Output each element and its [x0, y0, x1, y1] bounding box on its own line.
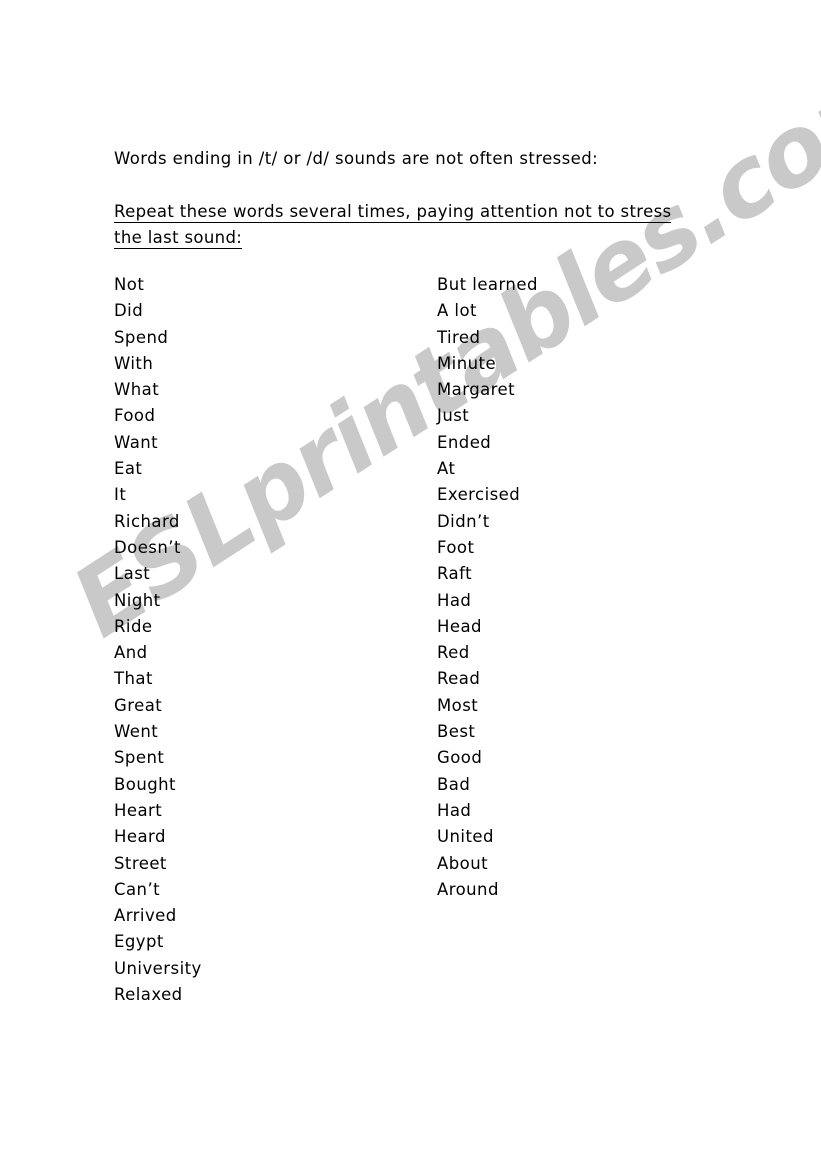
- worksheet-page: ESLprintables.com Words ending in /t/ or…: [0, 0, 821, 1169]
- word-item: Egypt: [114, 932, 164, 952]
- word-list-left: Not Did Spend With What Food Want Eat It Richard D…: [114, 272, 202, 1008]
- word-item: Night: [114, 590, 161, 610]
- word-item: Want: [114, 432, 159, 452]
- word-item: Ride: [114, 616, 153, 636]
- word-item: Spend: [114, 327, 169, 347]
- word-item: Did: [114, 301, 144, 321]
- word-item: Food: [114, 406, 156, 426]
- word-item: A lot: [437, 301, 477, 321]
- word-item: Doesn’t: [114, 537, 181, 557]
- word-item: Exercised: [437, 485, 521, 505]
- word-item: Bought: [114, 774, 176, 794]
- word-item: Didn’t: [437, 511, 490, 531]
- word-item: Minute: [437, 353, 497, 373]
- word-item: That: [114, 669, 153, 689]
- word-item: Head: [437, 616, 482, 636]
- word-item: Ended: [437, 432, 492, 452]
- instruction-line-1-row: Repeat these words several times, paying…: [114, 199, 692, 225]
- word-item: Richard: [114, 511, 180, 531]
- word-item: About: [437, 853, 489, 873]
- word-item: At: [437, 459, 456, 479]
- word-item: Last: [114, 564, 151, 584]
- word-item: Heart: [114, 800, 163, 820]
- word-item: Foot: [437, 537, 475, 557]
- word-item: Tired: [437, 327, 481, 347]
- word-item: Heard: [114, 827, 166, 847]
- instruction-block: Repeat these words several times, paying…: [114, 199, 692, 251]
- word-item: But learned: [437, 275, 538, 294]
- word-item: Raft: [437, 564, 473, 584]
- word-item: What: [114, 380, 160, 400]
- word-item: Spent: [114, 748, 165, 768]
- word-item: Eat: [114, 459, 143, 479]
- instruction-line-2: the last sound:: [114, 228, 243, 249]
- word-item: United: [437, 827, 494, 847]
- worksheet-title: Words ending in /t/ or /d/ sounds are no…: [114, 149, 599, 168]
- word-item: Around: [437, 879, 499, 899]
- word-item: Went: [114, 722, 159, 742]
- word-item: Best: [437, 722, 476, 742]
- instruction-line-2-row: the last sound:: [114, 225, 692, 251]
- word-item: Good: [437, 748, 483, 768]
- word-item: Red: [437, 643, 470, 663]
- word-item: Street: [114, 853, 167, 873]
- word-item: It: [114, 485, 127, 505]
- word-item: University: [114, 958, 202, 978]
- word-item: Read: [437, 669, 481, 689]
- word-item: Great: [114, 695, 163, 715]
- word-item: Not: [114, 275, 145, 294]
- word-item: And: [114, 643, 148, 663]
- instruction-line-1: Repeat these words several times, paying…: [114, 202, 672, 223]
- word-item: Bad: [437, 774, 471, 794]
- word-item: Had: [437, 800, 472, 820]
- word-item: With: [114, 353, 154, 373]
- word-item: Just: [437, 406, 470, 426]
- word-item: Can’t: [114, 879, 161, 899]
- word-item: Relaxed: [114, 985, 183, 1005]
- word-item: Margaret: [437, 380, 516, 400]
- word-item: Most: [437, 695, 479, 715]
- worksheet-content: Words ending in /t/ or /d/ sounds are no…: [0, 0, 821, 1169]
- word-list-right: But learned A lot Tired Minute Margaret Just E…: [437, 272, 538, 903]
- word-item: Had: [437, 590, 472, 610]
- word-item: Arrived: [114, 906, 177, 926]
